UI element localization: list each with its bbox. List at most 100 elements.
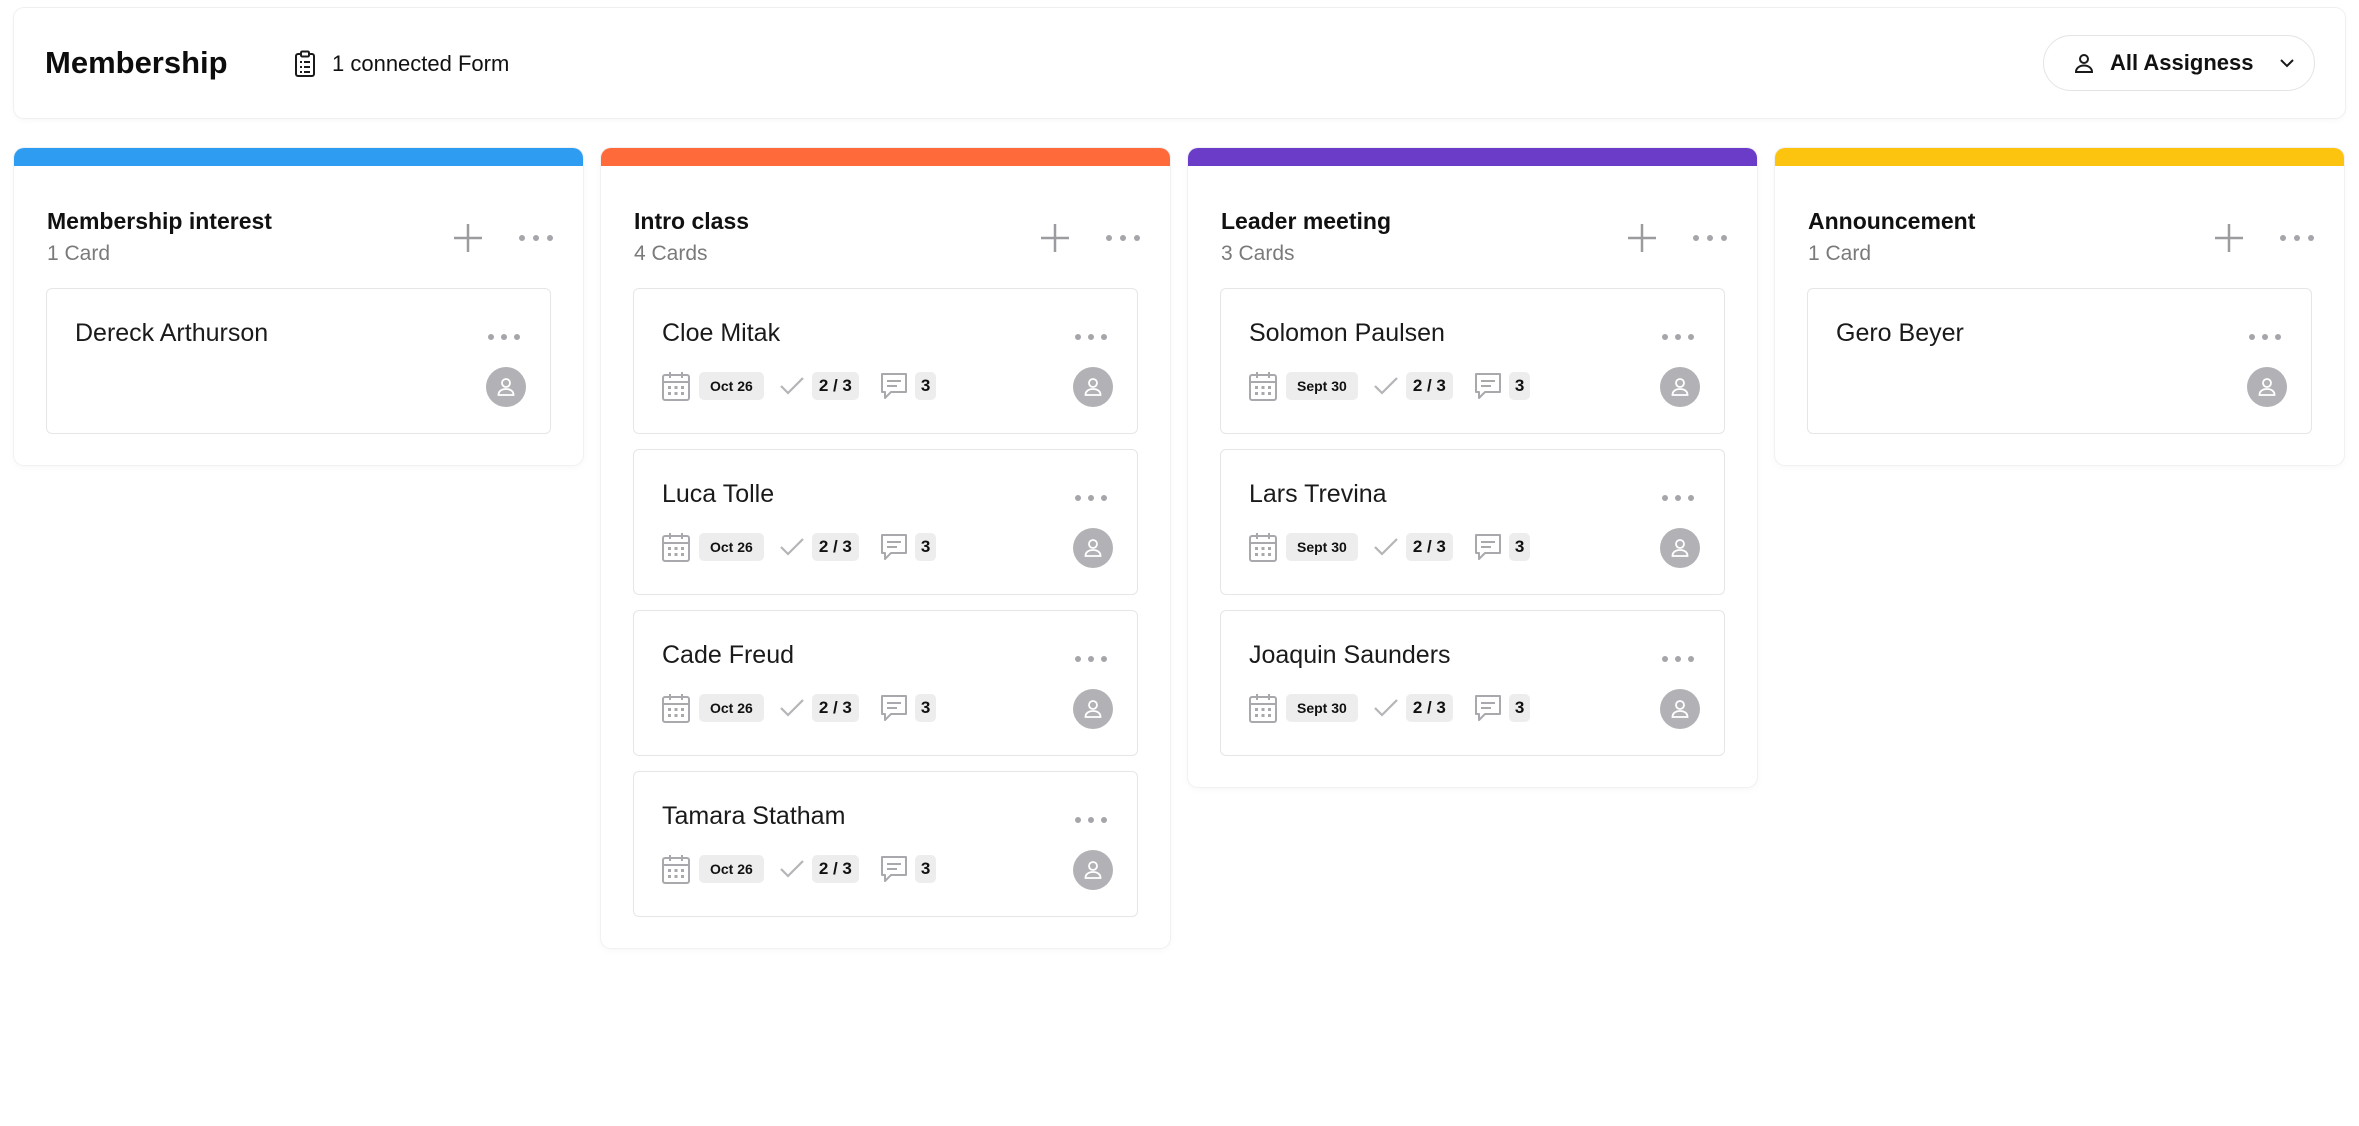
assignee-filter-label: All Assigness (2110, 50, 2254, 75)
add-card-button[interactable] (1038, 221, 1072, 255)
comment-icon (1474, 695, 1501, 721)
member-card[interactable]: Cade Freud Oct 26 2 / 3 3 (633, 610, 1138, 756)
card-more-button[interactable] (1075, 813, 1107, 825)
column-more-button[interactable] (519, 231, 553, 245)
plus-icon (1041, 224, 1069, 252)
card-more-button[interactable] (1662, 652, 1694, 664)
board-title: Membership (45, 45, 228, 80)
assignee-avatar[interactable] (2247, 367, 2287, 407)
avatar-icon (1084, 539, 1102, 557)
column-card-count: 3 Cards (1221, 242, 1295, 265)
card-more-button[interactable] (488, 330, 520, 342)
assignee-avatar[interactable] (1660, 528, 1700, 568)
ellipsis-icon (1693, 235, 1727, 241)
assignee-avatar[interactable] (486, 367, 526, 407)
member-card[interactable]: Luca Tolle Oct 26 2 / 3 3 (633, 449, 1138, 595)
card-list: Gero Beyer (1775, 288, 2344, 434)
task-progress-badge: 2 / 3 (1405, 533, 1453, 561)
comment-icon (880, 373, 907, 399)
ellipsis-icon (1075, 656, 1107, 662)
member-card[interactable]: Lars Trevina Sept 30 2 / 3 3 (1220, 449, 1725, 595)
assignee-avatar[interactable] (1660, 689, 1700, 729)
column-header: Announcement 1 Card (1775, 166, 2344, 288)
calendar-icon (662, 372, 690, 401)
calendar-icon (1249, 372, 1277, 401)
ellipsis-icon (1075, 334, 1107, 340)
card-title: Lars Trevina (1249, 480, 1387, 508)
task-progress-badge: 2 / 3 (1405, 694, 1453, 722)
avatar-icon (1671, 378, 1689, 396)
due-date-badge: Oct 26 (699, 694, 764, 722)
card-more-button[interactable] (1075, 652, 1107, 664)
check-icon (1374, 699, 1398, 717)
card-title: Solomon Paulsen (1249, 319, 1445, 347)
card-more-button[interactable] (1662, 330, 1694, 342)
task-progress-badge: 2 / 3 (811, 372, 859, 400)
card-more-button[interactable] (1662, 491, 1694, 503)
person-icon (2074, 54, 2094, 73)
card-meta: Oct 26 2 / 3 3 (661, 370, 937, 402)
card-more-button[interactable] (1075, 491, 1107, 503)
ellipsis-icon (1662, 656, 1694, 662)
ellipsis-icon (1075, 495, 1107, 501)
calendar-icon (1249, 694, 1277, 723)
connected-forms-link[interactable]: 1 connected Form (292, 50, 509, 78)
card-meta: Oct 26 2 / 3 3 (661, 692, 937, 724)
check-icon (780, 538, 804, 556)
card-more-button[interactable] (1075, 330, 1107, 342)
card-list: Solomon Paulsen Sept 30 2 / 3 3 Lars Trevina… (1188, 288, 1757, 756)
column-title: Announcement (1808, 208, 1976, 234)
member-card[interactable]: Tamara Statham Oct 26 2 / 3 3 (633, 771, 1138, 917)
column-more-button[interactable] (1693, 231, 1727, 245)
assignee-avatar[interactable] (1073, 528, 1113, 568)
add-card-button[interactable] (2212, 221, 2246, 255)
ellipsis-icon (488, 334, 520, 340)
add-card-button[interactable] (451, 221, 485, 255)
board-column: Intro class 4 Cards Cloe Mitak Oct 26 2 / 3 3… (601, 148, 1170, 948)
add-card-button[interactable] (1625, 221, 1659, 255)
column-color-bar (1775, 148, 2344, 166)
column-card-count: 1 Card (47, 242, 111, 265)
board-column: Leader meeting 3 Cards Solomon Paulsen Sept… (1188, 148, 1757, 787)
ellipsis-icon (1106, 235, 1140, 241)
assignee-avatar[interactable] (1660, 367, 1700, 407)
member-card[interactable]: Cloe Mitak Oct 26 2 / 3 3 (633, 288, 1138, 434)
comment-icon (880, 695, 907, 721)
card-meta: Oct 26 2 / 3 3 (661, 531, 937, 563)
task-progress-badge: 2 / 3 (811, 694, 859, 722)
assignee-filter-dropdown[interactable]: All Assigness (2043, 35, 2315, 91)
card-meta: Sept 30 2 / 3 3 (1248, 370, 1531, 402)
column-more-button[interactable] (1106, 231, 1140, 245)
comment-count-badge: 3 (914, 372, 937, 400)
check-icon (780, 860, 804, 878)
card-title: Dereck Arthurson (75, 319, 269, 347)
ellipsis-icon (2280, 235, 2314, 241)
comment-icon (1474, 534, 1501, 560)
due-date-badge: Oct 26 (699, 855, 764, 883)
member-card[interactable]: Dereck Arthurson (46, 288, 551, 434)
clipboard-icon (295, 50, 315, 77)
card-title: Tamara Statham (662, 802, 846, 830)
assignee-avatar[interactable] (1073, 850, 1113, 890)
card-more-button[interactable] (2249, 330, 2281, 342)
member-card[interactable]: Gero Beyer (1807, 288, 2312, 434)
member-card[interactable]: Joaquin Saunders Sept 30 2 / 3 3 (1220, 610, 1725, 756)
assignee-avatar[interactable] (1073, 367, 1113, 407)
check-icon (780, 699, 804, 717)
card-title: Luca Tolle (662, 480, 775, 508)
column-more-button[interactable] (2280, 231, 2314, 245)
member-card[interactable]: Solomon Paulsen Sept 30 2 / 3 3 (1220, 288, 1725, 434)
card-list: Cloe Mitak Oct 26 2 / 3 3 Luca Tolle Oct 26 2 … (601, 288, 1170, 917)
board-header: Membership 1 connected Form All Assignes… (14, 8, 2345, 118)
due-date-badge: Sept 30 (1286, 372, 1358, 400)
column-title: Leader meeting (1221, 208, 1391, 234)
board-column: Announcement 1 Card Gero Beyer (1775, 148, 2344, 465)
card-title: Joaquin Saunders (1249, 641, 1451, 669)
card-list: Dereck Arthurson (14, 288, 583, 434)
card-title: Cloe Mitak (662, 319, 781, 347)
avatar-icon (2258, 378, 2276, 396)
assignee-avatar[interactable] (1073, 689, 1113, 729)
board-column: Membership interest 1 Card Dereck Arthurso… (14, 148, 583, 465)
column-card-count: 4 Cards (634, 242, 708, 265)
calendar-icon (662, 694, 690, 723)
